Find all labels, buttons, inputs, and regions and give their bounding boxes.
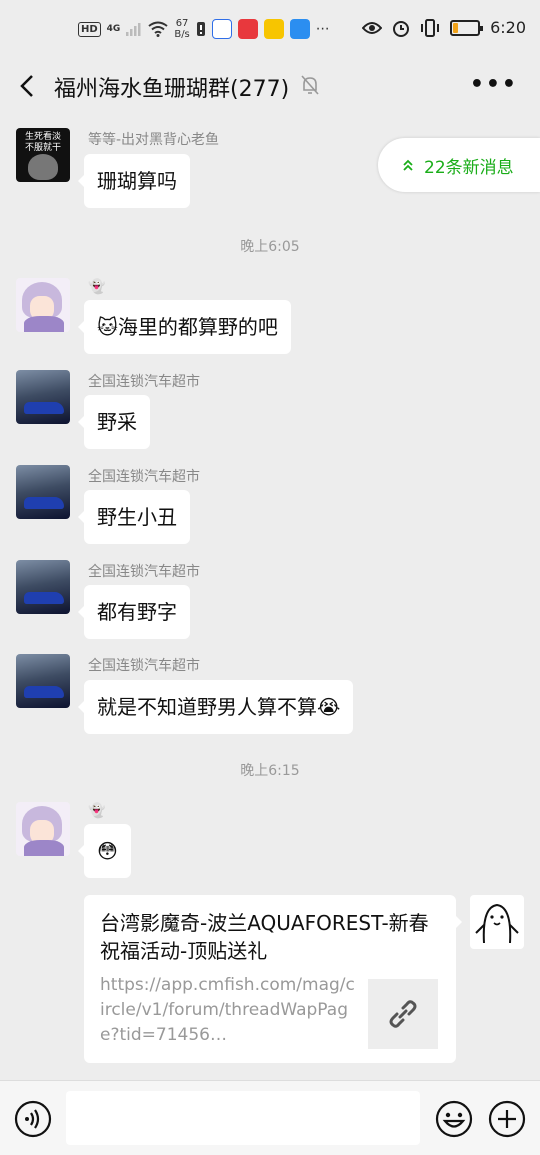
- toutiao-app-icon: [237, 19, 258, 39]
- sender-name: 等等-出对黑背心老鱼: [88, 132, 220, 148]
- sender-name: 全国连锁汽车超市: [88, 469, 200, 485]
- battery-level: [453, 22, 458, 33]
- hd-indicator: HD: [78, 21, 101, 37]
- timestamp: 晚上6:15: [240, 763, 300, 779]
- link-icon: [368, 979, 438, 1049]
- input-bar: [0, 1080, 540, 1155]
- emoji-icon[interactable]: [435, 1100, 473, 1138]
- chat-title: 福州海水鱼珊瑚群(277): [54, 77, 290, 102]
- sender-name: 全国连锁汽车超市: [88, 374, 200, 390]
- meituan-app-icon: [263, 19, 284, 39]
- double-chevron-up-icon: [403, 159, 413, 171]
- wifi-icon: [148, 21, 168, 37]
- self-avatar[interactable]: [470, 895, 524, 949]
- link-card-url: https://app.cmfish.com/mag/circle/v1/for…: [100, 975, 355, 1045]
- avatar[interactable]: 生死看淡 不服就干: [16, 128, 70, 182]
- sender-name: 👻: [88, 803, 106, 819]
- new-messages-button[interactable]: 22条新消息: [378, 138, 540, 192]
- status-bar: HD 4G 67 B/s ⋯ 6:20: [0, 0, 540, 62]
- network-speed: 67 B/s: [174, 18, 190, 40]
- status-right: 6:20: [362, 18, 526, 37]
- message-bubble[interactable]: 野采: [78, 395, 150, 449]
- chevron-left-icon[interactable]: [14, 70, 42, 102]
- voice-icon[interactable]: [14, 1100, 52, 1138]
- message-bubble[interactable]: 就是不知道野男人算不算😭: [77, 680, 354, 734]
- message-bubble[interactable]: 野生小丑: [78, 490, 190, 544]
- avatar[interactable]: [16, 278, 70, 332]
- network-indicator: 4G: [106, 24, 121, 34]
- plus-icon[interactable]: [488, 1100, 526, 1138]
- avatar[interactable]: [16, 560, 70, 614]
- timestamp: 晚上6:05: [240, 239, 300, 255]
- battery-icon: [450, 19, 484, 36]
- alarm-icon: [393, 20, 410, 37]
- eye-icon: [362, 21, 383, 34]
- signal-icon: [126, 23, 141, 36]
- new-messages-label: 22条新消息: [424, 157, 514, 178]
- status-left: HD 4G 67 B/s ⋯: [78, 18, 330, 40]
- message-bubble[interactable]: 🐱海里的都算野的吧: [78, 300, 291, 354]
- message-bubble[interactable]: 珊瑚算吗: [78, 154, 190, 208]
- avatar[interactable]: [16, 465, 70, 519]
- more-dots-icon[interactable]: •••: [470, 72, 518, 97]
- message-input[interactable]: [66, 1091, 420, 1145]
- sender-name: 全国连锁汽车超市: [88, 564, 200, 580]
- avatar[interactable]: [16, 370, 70, 424]
- baidu-app-icon: [211, 19, 232, 39]
- chat-title-bar: 福州海水鱼珊瑚群(277) •••: [0, 62, 540, 110]
- avatar[interactable]: [16, 654, 70, 708]
- message-bubble[interactable]: 都有野字: [78, 585, 190, 639]
- link-card[interactable]: 台湾影魔奇-波兰AQUAFOREST-新春祝福活动-顶贴送礼 https://a…: [84, 895, 462, 1063]
- link-card-title: 台湾影魔奇-波兰AQUAFOREST-新春祝福活动-顶贴送礼: [100, 911, 429, 963]
- bell-off-icon: [301, 75, 319, 95]
- message-bubble[interactable]: 😳: [78, 824, 131, 878]
- kugou-app-icon: [289, 19, 310, 39]
- sender-name: 👻: [88, 279, 106, 295]
- vibrate-icon: [421, 18, 440, 37]
- avatar[interactable]: [16, 802, 70, 856]
- alert-icon: [196, 22, 205, 36]
- more-notifications-icon: ⋯: [315, 21, 330, 37]
- avatar-text: 生死看淡 不服就干: [24, 132, 61, 153]
- clock: 6:20: [490, 18, 526, 37]
- sender-name: 全国连锁汽车超市: [88, 658, 200, 674]
